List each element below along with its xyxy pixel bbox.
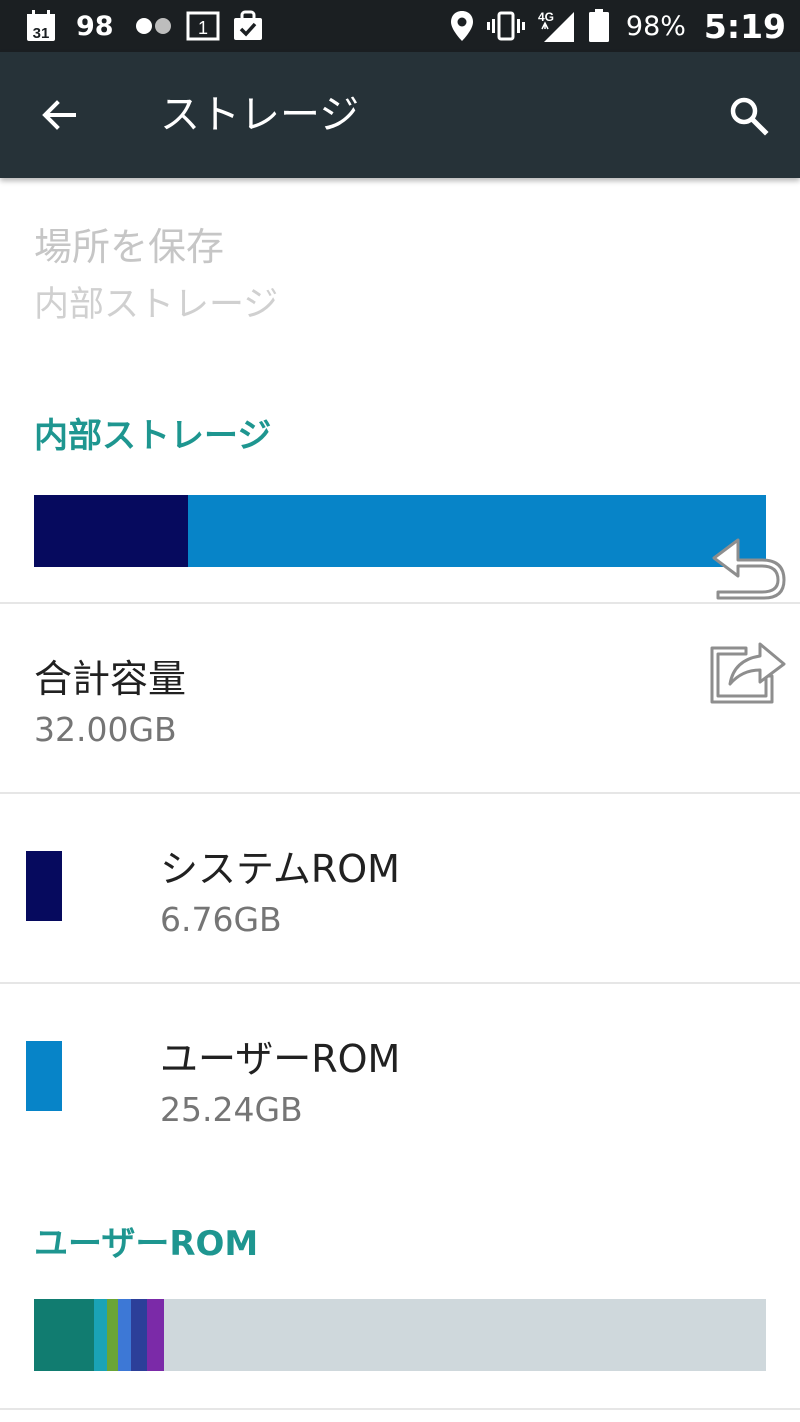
user-rom-bar-segment-4 — [130, 1299, 147, 1371]
user-rom-bar-segment-1 — [94, 1299, 108, 1371]
total-capacity-value: 32.00GB — [34, 710, 177, 749]
internal-storage-usage-bar — [34, 495, 766, 567]
svg-text:4G: 4G — [538, 10, 554, 24]
arrow-back-icon — [42, 100, 76, 130]
system-rom-title: システムROM — [160, 847, 400, 891]
save-location-summary: 内部ストレージ — [34, 285, 279, 325]
user-rom-bar-segment-6 — [163, 1299, 766, 1371]
save-location-preference: 場所を保存 内部ストレージ — [0, 178, 800, 348]
vibrate-icon — [486, 10, 526, 42]
total-capacity-item[interactable]: 合計容量 32.00GB — [0, 604, 800, 792]
save-location-title: 場所を保存 — [34, 225, 225, 269]
divider — [0, 1408, 800, 1410]
share-overlay-button[interactable] — [706, 632, 788, 706]
clock: 5:19 — [703, 6, 786, 46]
page-title: ストレージ — [160, 92, 360, 138]
app-bar: ストレージ — [0, 52, 800, 178]
svg-text:1: 1 — [198, 18, 208, 38]
battery-percent: 98% — [625, 10, 686, 42]
status-bar-left: 31 98 1 — [20, 8, 270, 44]
internal-storage-bar-segment-system — [34, 495, 189, 567]
calendar-icon: 31 — [26, 10, 56, 42]
undo-icon — [712, 538, 786, 600]
share-icon — [710, 642, 786, 704]
total-capacity-title: 合計容量 — [34, 657, 187, 701]
sim-card-icon: 1 — [186, 11, 220, 41]
user-rom-item[interactable]: ユーザーROM 25.24GB — [0, 984, 800, 1172]
system-rom-value: 6.76GB — [160, 900, 282, 939]
status-bar: 31 98 1 4G 98% 5:19 — [0, 0, 800, 52]
more-notifications-icon — [134, 16, 174, 36]
search-icon — [730, 97, 769, 136]
user-rom-bar-segment-3 — [118, 1299, 131, 1371]
user-rom-title: ユーザーROM — [160, 1037, 401, 1081]
user-rom-color-swatch — [26, 1041, 62, 1111]
system-rom-color-swatch — [26, 851, 62, 921]
search-button[interactable] — [712, 79, 784, 151]
undo-overlay-button[interactable] — [708, 530, 788, 602]
user-rom-bar-segment-2 — [107, 1299, 119, 1371]
internal-storage-bar-segment-user — [188, 495, 766, 567]
user-rom-usage-bar — [34, 1299, 766, 1371]
internal-storage-header: 内部ストレージ — [34, 416, 272, 456]
user-rom-bar-segment-5 — [146, 1299, 164, 1371]
battery-icon — [588, 9, 610, 43]
status-bar-right: 4G 98% 5:19 — [444, 6, 786, 46]
system-rom-item[interactable]: システムROM 6.76GB — [0, 794, 800, 982]
user-rom-bar-segment-0 — [34, 1299, 95, 1371]
svg-text:31: 31 — [33, 25, 50, 42]
notification-count: 98 — [76, 10, 114, 42]
signal-4g-icon: 4G — [538, 9, 576, 43]
shopping-bag-check-icon — [232, 10, 264, 42]
back-button[interactable] — [22, 79, 94, 151]
user-rom-value: 25.24GB — [160, 1090, 303, 1129]
user-rom-header: ユーザーROM — [34, 1224, 259, 1264]
location-icon — [450, 10, 474, 42]
